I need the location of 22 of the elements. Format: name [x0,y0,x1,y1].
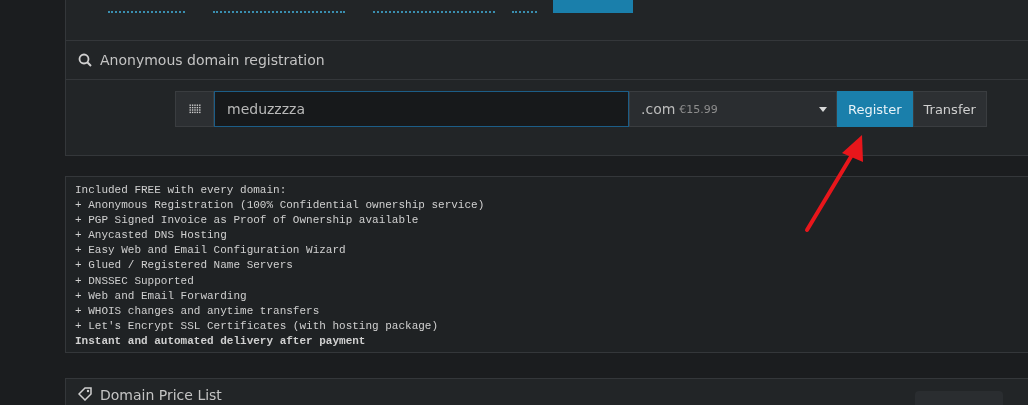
delivery-note: Instant and automated delivery after payment [75,333,367,349]
features-heading: Included FREE with every domain: [75,183,288,198]
feature-item: + DNSSEC Supported [75,273,195,289]
tld-price: €15.99 [679,102,718,116]
feature-item: + Web and Email Forwarding [75,288,248,304]
feature-item: + PGP Signed Invoice as Proof of Ownership available [75,213,420,229]
feature-item: + Glued / Registered Name Servers [75,258,294,274]
tld-dropdown[interactable]: .com €15.99 [629,91,837,127]
transfer-button[interactable]: Transfer [912,91,987,127]
feature-item: + Anycasted DNS Hosting [75,228,228,244]
feature-item: + Anonymous Registration (100% Confidential ownership service) [75,198,486,214]
feature-item: + WHOIS changes and anytime transfers [75,303,321,319]
feature-item: + Easy Web and Email Configuration Wizard [75,243,347,259]
caret-icon [819,106,827,112]
panel-title: Domain Price List [100,387,222,403]
register-button[interactable]: Register [837,91,913,127]
panel-title: Anonymous domain registration [100,52,325,68]
feature-item: + Let's Encrypt SSL Certificates (with hosting package) [75,318,440,334]
domain-input[interactable]: meduzzzza [214,91,629,127]
tag-icon [78,387,92,401]
tld-label: .com [641,101,676,117]
search-icon [78,53,92,67]
